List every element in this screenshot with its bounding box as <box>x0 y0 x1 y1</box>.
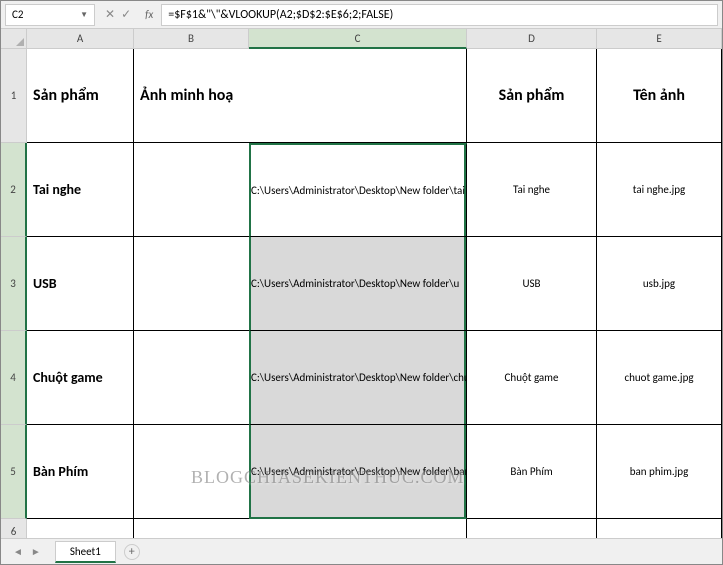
row-header-2[interactable]: 2 <box>1 143 27 237</box>
excel-app: C2 ▼ ✕ ✓ fx =$F$1&"\"&VLOOKUP(A2;$D$2:$E… <box>0 0 723 565</box>
col-header-a[interactable]: A <box>27 29 134 49</box>
row-header-4[interactable]: 4 <box>1 331 27 425</box>
name-box-value: C2 <box>12 8 23 21</box>
add-sheet-button[interactable]: + <box>124 544 140 560</box>
cell-e2[interactable]: tai nghe.jpg <box>597 143 722 237</box>
grid: A B C D E 1 Sản phẩm Ảnh minh hoạ Sản ph… <box>1 29 722 545</box>
cell-c4[interactable]: C:\Users\Administrator\Desktop\New folde… <box>249 331 467 425</box>
fx-icon[interactable]: fx <box>141 8 157 21</box>
cell-e5[interactable]: ban phim.jpg <box>597 425 722 519</box>
col-header-e[interactable]: E <box>597 29 722 49</box>
cell-d4[interactable]: Chuột game <box>467 331 597 425</box>
cell-d2[interactable]: Tai nghe <box>467 143 597 237</box>
cell-b2[interactable] <box>134 143 249 237</box>
table-row: 4 Chuột game C:\Users\Administrator\Desk… <box>1 331 722 425</box>
cancel-icon[interactable]: ✕ <box>105 7 115 22</box>
cell-d1[interactable]: Sản phẩm <box>467 49 597 143</box>
cell-text: C:\Users\Administrator\Desktop\New folde… <box>251 184 465 197</box>
cell-c3[interactable]: C:\Users\Administrator\Desktop\New folde… <box>249 237 467 331</box>
cell-c2[interactable]: C:\Users\Administrator\Desktop\New folde… <box>249 143 467 237</box>
table-row: 3 USB C:\Users\Administrator\Desktop\New… <box>1 237 722 331</box>
cell-b5[interactable] <box>134 425 249 519</box>
rows: 1 Sản phẩm Ảnh minh hoạ Sản phẩm Tên ảnh… <box>1 49 722 545</box>
cell-a2[interactable]: Tai nghe <box>27 143 134 237</box>
column-headers: A B C D E <box>1 29 722 49</box>
formula-text: =$F$1&"\"&VLOOKUP(A2;$D$2:$E$6;2;FALSE) <box>168 8 393 22</box>
prev-sheet-icon[interactable]: ◄ <box>13 545 23 558</box>
cell-c5[interactable]: C:\Users\Administrator\Desktop\New folde… <box>249 425 467 519</box>
cell-a1[interactable]: Sản phẩm <box>27 49 134 143</box>
cell-b4[interactable] <box>134 331 249 425</box>
cell-b3[interactable] <box>134 237 249 331</box>
cell-d5[interactable]: Bàn Phím <box>467 425 597 519</box>
cell-a4[interactable]: Chuột game <box>27 331 134 425</box>
sheet-nav[interactable]: ◄ ► <box>7 545 47 558</box>
chevron-down-icon: ▼ <box>80 10 88 20</box>
cell-b1[interactable]: Ảnh minh hoạ <box>134 49 249 143</box>
table-row: 2 Tai nghe C:\Users\Administrator\Deskto… <box>1 143 722 237</box>
cell-e3[interactable]: usb.jpg <box>597 237 722 331</box>
cell-d3[interactable]: USB <box>467 237 597 331</box>
select-all-corner[interactable] <box>1 29 27 49</box>
cell-text: C:\Users\Administrator\Desktop\New folde… <box>251 277 459 290</box>
formula-input[interactable]: =$F$1&"\"&VLOOKUP(A2;$D$2:$E$6;2;FALSE) <box>161 4 718 26</box>
cell-c1[interactable] <box>249 49 467 143</box>
formula-bar: C2 ▼ ✕ ✓ fx =$F$1&"\"&VLOOKUP(A2;$D$2:$E… <box>1 1 722 29</box>
enter-icon[interactable]: ✓ <box>121 7 131 22</box>
col-header-b[interactable]: B <box>134 29 249 49</box>
table-row: 5 Bàn Phím C:\Users\Administrator\Deskto… <box>1 425 722 519</box>
cell-e4[interactable]: chuot game.jpg <box>597 331 722 425</box>
table-row: 1 Sản phẩm Ảnh minh hoạ Sản phẩm Tên ảnh <box>1 49 722 143</box>
cell-a5[interactable]: Bàn Phím <box>27 425 134 519</box>
cell-e1[interactable]: Tên ảnh <box>597 49 722 143</box>
sheet-tab-bar: ◄ ► Sheet1 + <box>1 538 722 564</box>
cell-text: C:\Users\Administrator\Desktop\New folde… <box>251 465 467 478</box>
row-header-1[interactable]: 1 <box>1 49 27 143</box>
sheet-tab[interactable]: Sheet1 <box>55 541 116 563</box>
col-header-c[interactable]: C <box>249 29 467 49</box>
cell-a3[interactable]: USB <box>27 237 134 331</box>
cell-text: C:\Users\Administrator\Desktop\New folde… <box>251 371 467 384</box>
col-header-d[interactable]: D <box>467 29 597 49</box>
row-header-3[interactable]: 3 <box>1 237 27 331</box>
name-box[interactable]: C2 ▼ <box>5 4 95 26</box>
formula-buttons: ✕ ✓ <box>99 7 137 22</box>
row-header-5[interactable]: 5 <box>1 425 27 519</box>
next-sheet-icon[interactable]: ► <box>31 545 41 558</box>
